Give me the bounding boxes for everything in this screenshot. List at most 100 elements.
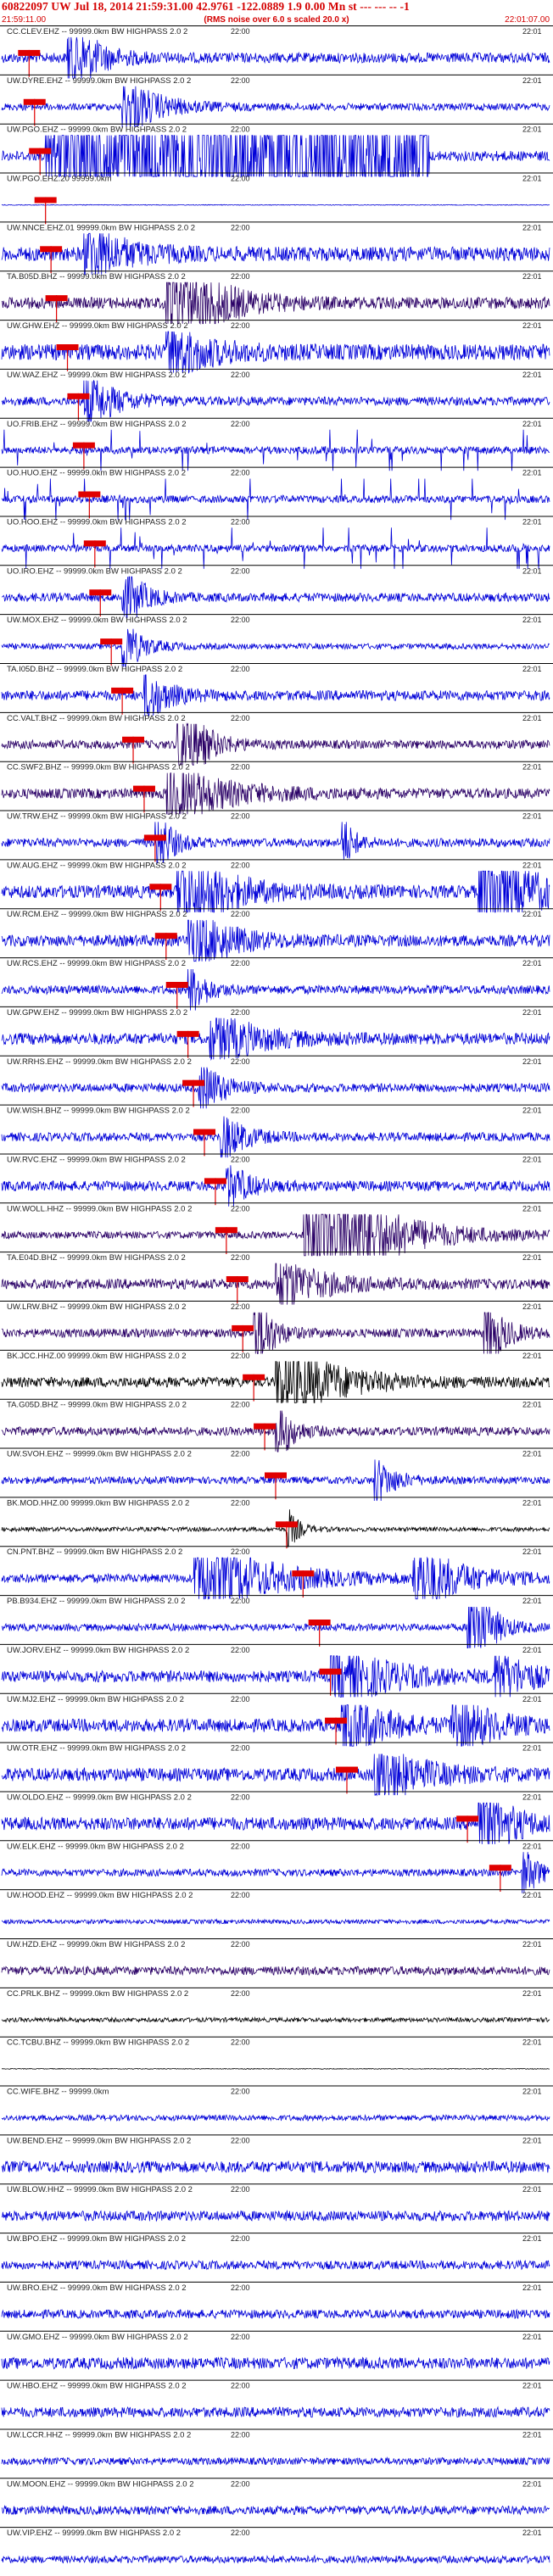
time-tick-mid: 22:00 [231, 2283, 250, 2292]
trace-label: TA.I05D.BHZ -- 99999.0km BW HIGHPASS 2.0… [7, 665, 182, 674]
time-tick-mid: 22:00 [231, 861, 250, 869]
time-tick-end: 22:01 [522, 420, 542, 428]
waveform-trace [1, 1918, 550, 1926]
time-tick-end: 22:01 [522, 1008, 542, 1017]
time-tick-mid: 22:00 [231, 1498, 250, 1507]
trace-label: CC.WIFE.BHZ -- 99999.0km [7, 2088, 109, 2097]
trace-label: UW.HZD.EHZ -- 99999.0km BW HIGHPASS 2.0 … [7, 1940, 185, 1949]
waveform-trace [1, 86, 550, 128]
trace-label: UW.GHW.EHZ -- 99999.0km BW HIGHPASS 2.0 … [7, 321, 188, 331]
waveform-trace [1, 1509, 550, 1548]
time-tick-mid: 22:00 [231, 566, 250, 575]
time-tick-mid: 22:00 [231, 1253, 250, 1262]
time-tick-mid: 22:00 [231, 223, 250, 231]
time-tick-end: 22:01 [522, 2430, 542, 2439]
time-tick-mid: 22:00 [231, 517, 250, 526]
time-tick-end: 22:01 [522, 125, 542, 134]
trace-label: UW.BRO.EHZ -- 99999.0km BW HIGHPASS 2.0 … [7, 2283, 187, 2293]
waveform-trace [1, 1263, 550, 1305]
waveform-trace [1, 870, 550, 913]
time-tick-end: 22:01 [522, 1940, 542, 1949]
time-tick-end: 22:01 [522, 2529, 542, 2537]
time-tick-mid: 22:00 [231, 1204, 250, 1213]
trace-label: UW.LRW.BHZ -- 99999.0km BW HIGHPASS 2.0 … [7, 1302, 186, 1312]
time-tick-end: 22:01 [522, 714, 542, 722]
waveform-trace [1, 1410, 550, 1452]
time-tick-mid: 22:00 [231, 175, 250, 183]
noise-subtitle: (RMS noise over 6.0 s scaled 20.0 x) [204, 15, 349, 25]
time-tick-end: 22:01 [522, 2283, 542, 2292]
time-tick-mid: 22:00 [231, 1842, 250, 1850]
trace-label: UW.DYRE.EHZ -- 99999.0km BW HIGHPASS 2.0… [7, 76, 191, 86]
trace-label: CC.PRLK.BHZ -- 99999.0km BW HIGHPASS 2.0… [7, 1989, 188, 1999]
time-tick-mid: 22:00 [231, 371, 250, 379]
time-tick-mid: 22:00 [231, 1008, 250, 1017]
time-tick-mid: 22:00 [231, 2038, 250, 2047]
trace-label: UW.TRW.EHZ -- 99999.0km BW HIGHPASS 2.0 … [7, 812, 187, 822]
waveform-trace [1, 2160, 550, 2174]
trace-label: UW.BPO.EHZ -- 99999.0km BW HIGHPASS 2.0 … [7, 2234, 186, 2244]
time-tick-end: 22:01 [522, 1401, 542, 1409]
time-tick-mid: 22:00 [231, 2185, 250, 2194]
time-tick-end: 22:01 [522, 1155, 542, 1163]
time-tick-end: 22:01 [522, 371, 542, 379]
trace-label: TA.E04D.BHZ -- 99999.0km BW HIGHPASS 2.0… [7, 1253, 186, 1263]
time-tick-end: 22:01 [522, 321, 542, 330]
time-tick-mid: 22:00 [231, 1744, 250, 1753]
waveform-trace [1, 1213, 550, 1257]
waveform-trace [1, 232, 550, 276]
trace-label: UW.BEND.EHZ -- 99999.0km BW HIGHPASS 2.0… [7, 2136, 191, 2145]
waveform-trace [1, 1361, 550, 1404]
time-tick-mid: 22:00 [231, 910, 250, 918]
time-tick-end: 22:01 [522, 1498, 542, 1507]
waveform-trace [1, 1704, 550, 1747]
time-tick-end: 22:01 [522, 1793, 542, 1801]
time-tick-end: 22:01 [522, 2038, 542, 2047]
time-tick-mid: 22:00 [231, 1155, 250, 1163]
trace-label: CN.PNT.BHZ -- 99999.0km BW HIGHPASS 2.0 … [7, 1547, 182, 1557]
time-tick-end: 22:01 [522, 76, 542, 85]
time-tick-mid: 22:00 [231, 2333, 250, 2341]
trace-label: UW.HOOD.EHZ -- 99999.0km BW HIGHPASS 2.0… [7, 1891, 193, 1900]
waveform-trace [1, 919, 550, 962]
time-tick-mid: 22:00 [231, 1401, 250, 1409]
time-tick-end: 22:01 [522, 665, 542, 673]
trace-label: CC.CLEV.EHZ -- 99999.0km BW HIGHPASS 2.0… [7, 27, 187, 36]
trace-label: UW.NNCE.EHZ.01 99999.0km BW HIGHPASS 2.0… [7, 223, 195, 232]
waveform-trace [1, 2113, 550, 2122]
trace-panel: CC.CLEV.EHZ -- 99999.0km BW HIGHPASS 2.0… [0, 25, 553, 2565]
waveform-trace [1, 2356, 550, 2370]
time-tick-mid: 22:00 [231, 616, 250, 624]
waveform-trace [1, 2209, 550, 2222]
trace-label: PB.B934.EHZ -- 99999.0km BW HIGHPASS 2.0… [7, 1597, 186, 1606]
waveform-trace [1, 628, 550, 667]
time-tick-end: 22:01 [522, 959, 542, 967]
time-tick-mid: 22:00 [231, 1597, 250, 1605]
waveform-trace [1, 2456, 550, 2467]
trace-label: UW.ELK.EHZ -- 99999.0km BW HIGHPASS 2.0 … [7, 1842, 184, 1851]
trace-label: UW.MOX.EHZ -- 99999.0km BW HIGHPASS 2.0 … [7, 616, 187, 625]
time-tick-mid: 22:00 [231, 1695, 250, 1703]
time-tick-end: 22:01 [522, 1891, 542, 1899]
time-tick-mid: 22:00 [231, 1107, 250, 1115]
time-tick-mid: 22:00 [231, 1057, 250, 1066]
time-tick-end: 22:01 [522, 1107, 542, 1115]
time-tick-mid: 22:00 [231, 959, 250, 967]
time-tick-end: 22:01 [522, 1744, 542, 1753]
trace-label: UW.PGO.EHZ.20 99999.0km [7, 175, 112, 184]
waveform-trace [1, 36, 550, 79]
waveform-trace [1, 1116, 550, 1158]
trace-label: CC.SWF2.BHZ -- 99999.0km BW HIGHPASS 2.0… [7, 763, 190, 772]
time-tick-end: 22:01 [522, 175, 542, 183]
time-tick-end: 22:01 [522, 1057, 542, 1066]
end-time: 22:01:07.00 [505, 15, 550, 25]
time-tick-mid: 22:00 [231, 1940, 250, 1949]
time-tick-end: 22:01 [522, 812, 542, 821]
waveform-trace [1, 1965, 550, 1977]
time-tick-end: 22:01 [522, 2088, 542, 2096]
time-tick-mid: 22:00 [231, 2136, 250, 2144]
waveform-trace [1, 576, 550, 619]
waveform-trace [1, 1556, 550, 1600]
trace-label: UW.PGO.EHZ -- 99999.0km BW HIGHPASS 2.0 … [7, 125, 187, 135]
trace-label: UW.OLDO.EHZ -- 99999.0km BW HIGHPASS 2.0… [7, 1793, 192, 1802]
